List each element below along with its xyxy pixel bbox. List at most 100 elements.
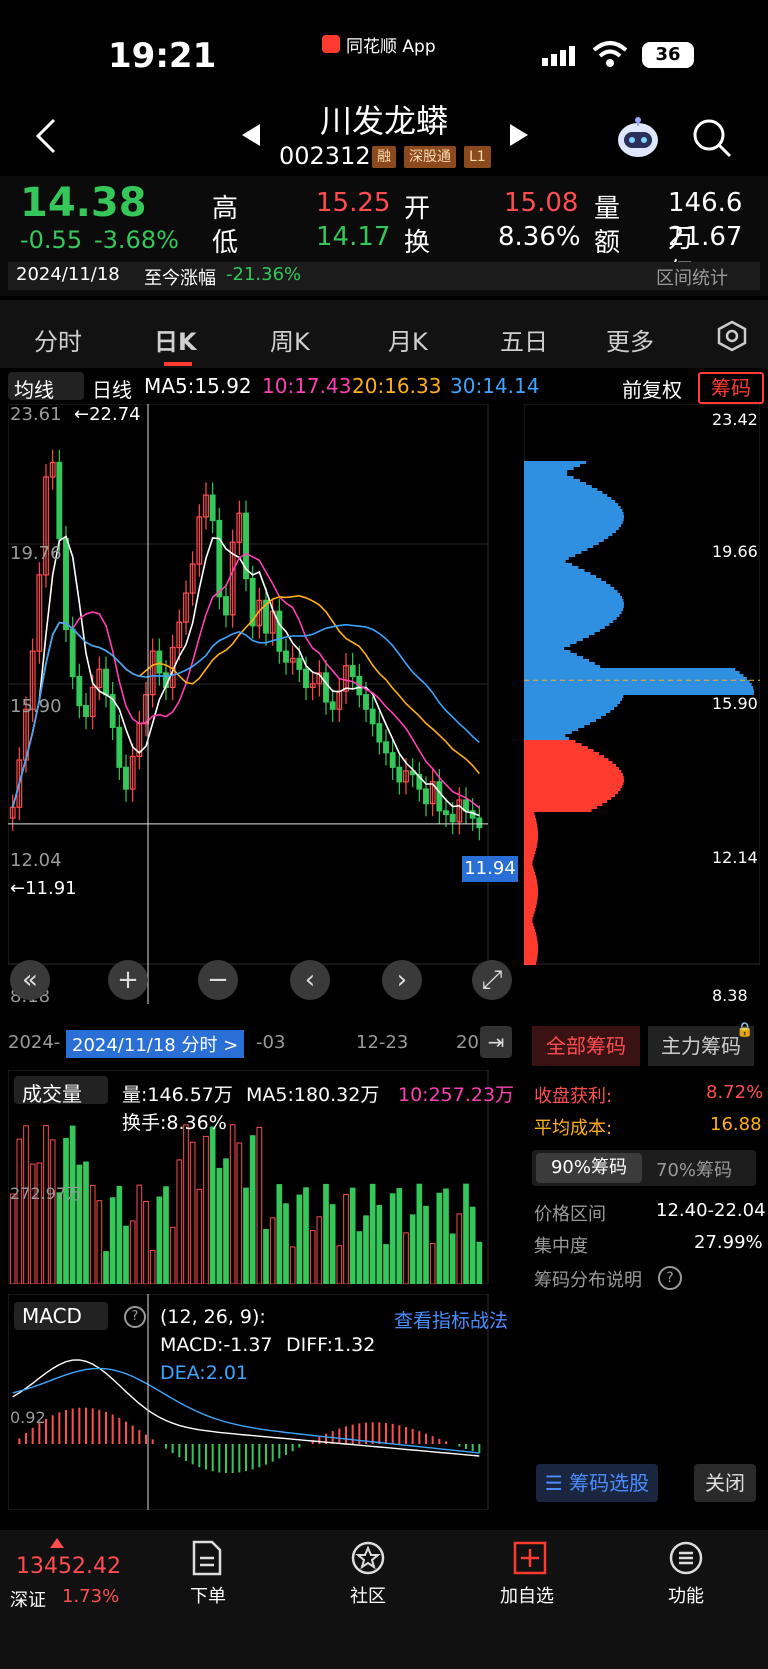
jump-latest-icon[interactable]: ⇥ (480, 1026, 512, 1058)
volume-bar (443, 1188, 449, 1284)
chip-bar (524, 953, 538, 956)
candle (423, 788, 429, 805)
fullscreen-icon[interactable]: ⤢ (472, 960, 512, 1000)
chip-bar (524, 539, 604, 542)
tag-margin: 融 (372, 146, 396, 168)
tab-more[interactable]: 更多 (606, 322, 654, 357)
macd-axis-label: 0.92 (10, 1408, 46, 1427)
avg-cost-label: 平均成本: (534, 1118, 613, 1139)
macd-help-icon[interactable]: ? (124, 1306, 146, 1328)
tab-monthly[interactable]: 月K (388, 322, 428, 357)
interval-bar[interactable] (8, 262, 760, 290)
help-icon[interactable]: ? (658, 1266, 682, 1290)
chip-bar (524, 704, 618, 707)
search-icon[interactable] (690, 116, 734, 164)
btn-70-chips[interactable]: 70%筹码 (656, 1156, 732, 1182)
candle (303, 668, 309, 689)
chip-bar (524, 590, 618, 593)
volume-bar (83, 1161, 89, 1284)
zoom-out-icon[interactable]: − (198, 960, 238, 1000)
tab-daily[interactable]: 日K (154, 322, 197, 357)
chips-help-label[interactable]: 筹码分布说明 (534, 1266, 642, 1292)
volume-bar (63, 1137, 69, 1284)
robot-assistant-icon[interactable] (614, 114, 662, 164)
chip-bar (524, 815, 536, 818)
nav-order[interactable]: 下单 (190, 1582, 226, 1608)
volume-bar (69, 1125, 76, 1284)
chip-bar (524, 671, 740, 674)
chip-bar (524, 524, 622, 527)
period-label: 日线 (92, 378, 132, 402)
battery-icon: 36 (642, 42, 694, 68)
avg-cost-value: 16.88 (710, 1114, 762, 1135)
chip-bar (524, 728, 579, 731)
chip-bar (524, 698, 623, 701)
volume-bar (323, 1183, 329, 1284)
crosshair-date-label[interactable]: 2024/11/18 分时 > (66, 1030, 245, 1058)
volume-bar (9, 1193, 16, 1284)
settings-hexagon-icon[interactable] (716, 320, 748, 356)
volume-bar (449, 1233, 456, 1284)
volume-bar (276, 1184, 283, 1284)
chip-stock-select-button[interactable]: ☰ 筹码选股 (536, 1464, 658, 1502)
chip-bar (524, 560, 566, 563)
ma30-value: 30:14.14 (450, 374, 540, 398)
chip-bar (524, 674, 744, 677)
tab-all-chips[interactable]: 全部筹码 (532, 1026, 640, 1066)
volume-bar (116, 1185, 123, 1284)
scroll-left-icon[interactable]: « (10, 960, 50, 1000)
volume-label: 量 (594, 194, 621, 224)
chip-bar (524, 809, 592, 812)
volume-bar (463, 1183, 469, 1284)
nav-functions[interactable]: 功能 (668, 1582, 704, 1608)
chip-bar (524, 533, 613, 536)
volume-bar (143, 1200, 149, 1284)
tab-intraday[interactable]: 分时 (34, 322, 82, 357)
btn-90-chips[interactable]: 90%筹码 (536, 1153, 642, 1183)
order-icon[interactable] (190, 1540, 224, 1580)
tab-five-day[interactable]: 五日 (500, 322, 548, 357)
candle (276, 610, 283, 652)
dea-value: DEA:2.01 (160, 1362, 249, 1384)
volume-axis-label: 272.97万 (10, 1184, 82, 1203)
high-label: 高 (212, 194, 239, 224)
nav-community[interactable]: 社区 (350, 1582, 386, 1608)
chips-toggle-button[interactable]: 筹码 (698, 372, 764, 404)
volume-bar (469, 1206, 476, 1284)
zoom-in-icon[interactable]: + (108, 960, 148, 1000)
chip-bar (524, 794, 615, 797)
chip-bar (524, 731, 572, 734)
volume-bar (403, 1232, 409, 1284)
chip-bar (524, 722, 591, 725)
chip-bar (524, 713, 606, 716)
chip-bar (524, 638, 583, 641)
menu-icon[interactable] (668, 1540, 704, 1580)
chip-bar (524, 830, 538, 833)
ma10-line (11, 552, 480, 809)
candle (323, 672, 329, 703)
chip-bar (524, 851, 536, 854)
kline-chart[interactable] (8, 404, 520, 1018)
adjust-label[interactable]: 前复权 (622, 374, 682, 403)
volume-bar (329, 1204, 336, 1284)
volume-bar (196, 1188, 203, 1284)
close-button[interactable]: 关闭 (694, 1464, 756, 1502)
community-icon[interactable] (350, 1540, 386, 1580)
chip-bar (524, 896, 538, 899)
nav-add-watchlist[interactable]: 加自选 (500, 1582, 554, 1608)
volume-bar (176, 1159, 183, 1284)
signal-icon (540, 44, 580, 72)
add-watchlist-icon[interactable] (512, 1540, 548, 1580)
tab-weekly[interactable]: 周K (270, 322, 310, 357)
candle (116, 726, 123, 768)
chip-bar (524, 569, 585, 572)
volume-selector-label: 成交量 (22, 1082, 82, 1106)
chip-bar (524, 788, 621, 791)
chip-bar (524, 818, 536, 821)
step-left-icon[interactable]: ‹ (290, 960, 330, 1000)
range-stats-link[interactable]: 区间统计 (656, 264, 728, 290)
high-value: 15.25 (316, 188, 391, 218)
step-right-icon[interactable]: › (382, 960, 422, 1000)
index-value[interactable]: 13452.42 (16, 1554, 121, 1579)
macd-strategy-link[interactable]: 查看指标战法 (394, 1306, 508, 1333)
